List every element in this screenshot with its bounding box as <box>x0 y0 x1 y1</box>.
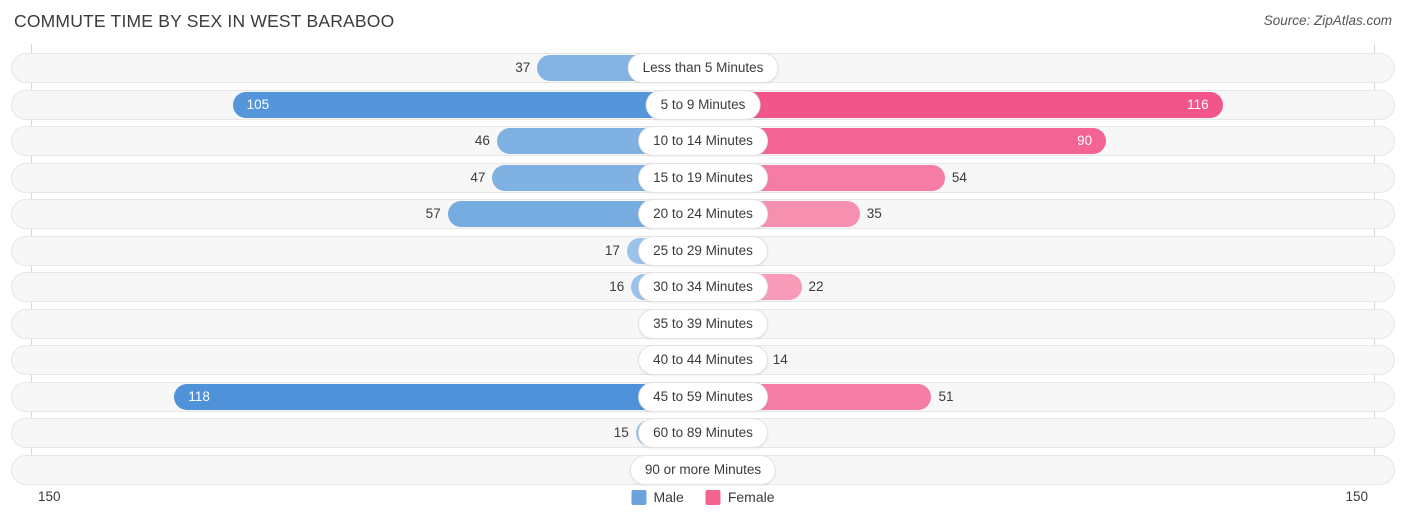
bar-value-male: 17 <box>604 242 620 258</box>
legend-swatch-male-icon <box>631 489 647 505</box>
table-row: 16 22 30 to 34 Minutes <box>0 269 1406 306</box>
chart-plot-area: 377Less than 5 Minutes 105 116 5 to 9 Minut… <box>0 44 1406 485</box>
bar-value-female: 14 <box>772 352 788 367</box>
table-row: 3090 or more Minutes <box>0 452 1406 489</box>
legend-label-female: Female <box>727 489 775 505</box>
bar-value-male: 47 <box>470 169 486 185</box>
table-row: 47 54 15 to 19 Minutes <box>0 160 1406 197</box>
legend-label-male: Male <box>653 489 684 505</box>
category-label: 15 to 19 Minutes <box>638 162 768 193</box>
bar-value-male: 15 <box>613 425 629 440</box>
legend: Male Female <box>631 489 775 505</box>
table-row: 17725 to 29 Minutes <box>0 233 1406 270</box>
bar-value-male: 118 <box>188 388 210 404</box>
legend-swatch-female-icon <box>705 489 721 505</box>
category-label: 25 to 29 Minutes <box>638 235 768 266</box>
chart-header: COMMUTE TIME BY SEX IN WEST BARABOO Sour… <box>0 0 1406 44</box>
bar-value-male: 57 <box>425 206 441 221</box>
axis-max-left: 150 <box>38 489 61 504</box>
table-row: 2235 to 39 Minutes <box>0 306 1406 343</box>
table-row: 377Less than 5 Minutes <box>0 50 1406 87</box>
bar-value-male: 16 <box>609 279 625 294</box>
chart-page: COMMUTE TIME BY SEX IN WEST BARABOO Sour… <box>0 0 1406 523</box>
bar-value-male: 37 <box>515 60 531 75</box>
table-row: 15160 to 89 Minutes <box>0 415 1406 452</box>
source-attribution: Source: ZipAtlas.com <box>1263 13 1392 28</box>
table-row: 118 51 45 to 59 Minutes <box>0 379 1406 416</box>
category-label: Less than 5 Minutes <box>627 53 779 83</box>
category-label: 20 to 24 Minutes <box>638 199 768 229</box>
axis-max-right: 150 <box>1345 489 1368 504</box>
bar-value-female: 116 <box>1187 96 1209 112</box>
table-row: 46 90 10 to 14 Minutes <box>0 123 1406 160</box>
bar-value-female: 54 <box>951 169 967 185</box>
bar-male[interactable] <box>174 383 703 410</box>
table-row: 105 116 5 to 9 Minutes <box>0 87 1406 124</box>
bar-value-male: 46 <box>474 133 490 148</box>
table-row: 91440 to 44 Minutes <box>0 342 1406 379</box>
legend-item-male[interactable]: Male <box>631 489 684 505</box>
bar-male[interactable] <box>232 91 703 118</box>
category-label: 35 to 39 Minutes <box>638 308 768 339</box>
category-label: 60 to 89 Minutes <box>638 418 768 448</box>
bar-rows-container: 377Less than 5 Minutes 105 116 5 to 9 Minut… <box>0 50 1406 488</box>
page-title: COMMUTE TIME BY SEX IN WEST BARABOO <box>14 11 395 31</box>
bar-value-female: 22 <box>808 279 824 294</box>
category-label: 30 to 34 Minutes <box>638 272 768 302</box>
category-label: 40 to 44 Minutes <box>638 345 768 375</box>
legend-item-female[interactable]: Female <box>705 489 775 505</box>
category-label: 5 to 9 Minutes <box>645 89 761 120</box>
category-label: 10 to 14 Minutes <box>638 126 768 156</box>
bar-value-female: 35 <box>866 206 882 221</box>
bar-value-female: 90 <box>1077 133 1093 148</box>
chart-footer: 150 150 Male Female <box>0 484 1406 523</box>
table-row: 57 35 20 to 24 Minutes <box>0 196 1406 233</box>
category-label: 45 to 59 Minutes <box>638 381 768 412</box>
category-label: 90 or more Minutes <box>629 454 777 485</box>
bar-value-female: 51 <box>938 388 954 404</box>
bar-value-male: 105 <box>246 96 270 112</box>
bar-female[interactable] <box>703 91 1223 118</box>
